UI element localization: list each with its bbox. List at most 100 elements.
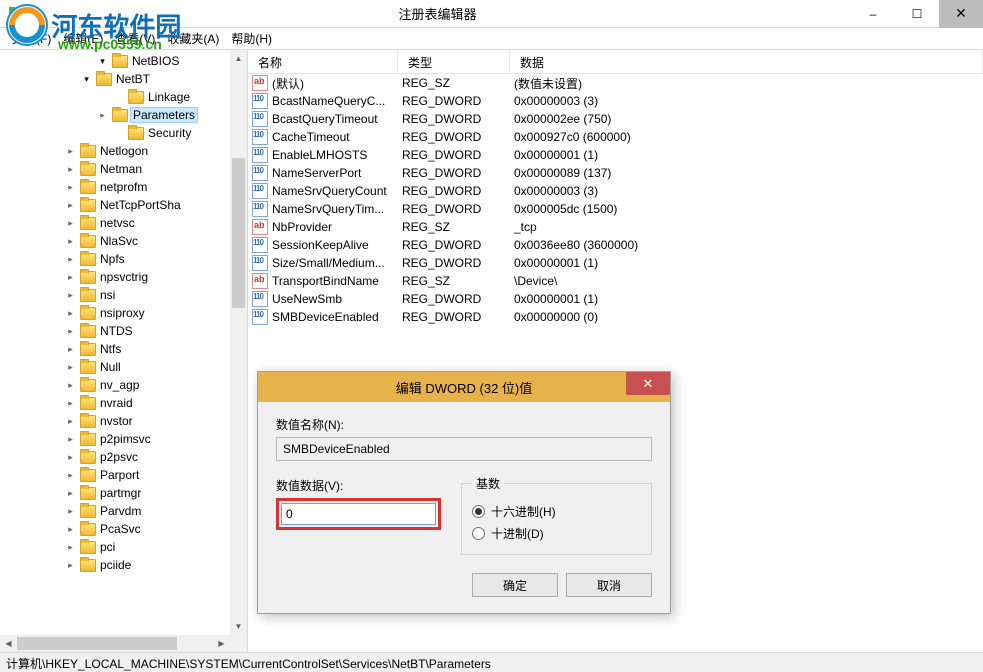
tree-item[interactable]: ▸p2psvc	[0, 448, 247, 466]
expand-icon[interactable]: ▸	[64, 415, 77, 428]
menu-file[interactable]: 文件(F)	[6, 28, 57, 49]
tree-item[interactable]: ▸netprofm	[0, 178, 247, 196]
list-row[interactable]: CacheTimeoutREG_DWORD0x000927c0 (600000)	[248, 128, 983, 146]
menu-edit[interactable]: 编辑(E)	[57, 28, 109, 49]
expand-icon[interactable]: ▸	[64, 145, 77, 158]
expand-icon[interactable]: ▸	[64, 451, 77, 464]
maximize-button[interactable]: ☐	[895, 0, 939, 28]
tree-item[interactable]: ▸p2pimsvc	[0, 430, 247, 448]
list-row[interactable]: NameServerPortREG_DWORD0x00000089 (137)	[248, 164, 983, 182]
menu-favorites[interactable]: 收藏夹(A)	[161, 28, 225, 49]
tree-item[interactable]: ▸pciide	[0, 556, 247, 574]
expand-icon[interactable]: ▸	[64, 325, 77, 338]
tree-item[interactable]: ▸netvsc	[0, 214, 247, 232]
tree-item[interactable]: ▾NetBIOS	[0, 52, 247, 70]
tree-item[interactable]: ▸Ntfs	[0, 340, 247, 358]
cancel-button[interactable]: 取消	[566, 573, 652, 597]
radio-dec-icon[interactable]	[472, 527, 485, 540]
column-type[interactable]: 类型	[398, 50, 510, 73]
expand-icon[interactable]: ▸	[64, 217, 77, 230]
minimize-button[interactable]: –	[851, 0, 895, 28]
radio-dec[interactable]: 十进制(D)	[472, 522, 641, 544]
expand-icon[interactable]: ▸	[64, 181, 77, 194]
tree-item[interactable]: ▸nsi	[0, 286, 247, 304]
tree-hscrollbar[interactable]: ◀ ▶	[0, 635, 230, 652]
scroll-up-icon[interactable]: ▲	[230, 50, 247, 67]
column-data[interactable]: 数据	[510, 50, 983, 73]
tree-item[interactable]: ▾NetBT	[0, 70, 247, 88]
value-data: 0x000005dc (1500)	[510, 202, 983, 216]
expand-icon[interactable]: ▸	[64, 271, 77, 284]
menu-help[interactable]: 帮助(H)	[225, 28, 278, 49]
list-row[interactable]: SessionKeepAliveREG_DWORD0x0036ee80 (360…	[248, 236, 983, 254]
tree-item[interactable]: ▸partmgr	[0, 484, 247, 502]
dialog-close-button[interactable]: ✕	[626, 372, 670, 395]
tree-item[interactable]: ▸PcaSvc	[0, 520, 247, 538]
dialog-title: 编辑 DWORD (32 位)值	[258, 378, 670, 397]
column-name[interactable]: 名称	[248, 50, 398, 73]
tree-item[interactable]: Linkage	[0, 88, 247, 106]
expand-icon[interactable]: ▸	[64, 163, 77, 176]
tree-item[interactable]: ▸Npfs	[0, 250, 247, 268]
expand-icon[interactable]: ▸	[96, 109, 109, 122]
expand-icon[interactable]: ▸	[64, 199, 77, 212]
expand-icon[interactable]: ▸	[64, 253, 77, 266]
tree-item[interactable]: ▸Parport	[0, 466, 247, 484]
expand-icon[interactable]: ▸	[64, 541, 77, 554]
expand-icon[interactable]: ▸	[64, 559, 77, 572]
list-row[interactable]: NbProviderREG_SZ_tcp	[248, 218, 983, 236]
expand-icon[interactable]: ▸	[64, 343, 77, 356]
expand-icon[interactable]: ▸	[64, 487, 77, 500]
expand-icon[interactable]: ▸	[64, 397, 77, 410]
scroll-down-icon[interactable]: ▼	[230, 618, 247, 635]
list-row[interactable]: NameSrvQueryTim...REG_DWORD0x000005dc (1…	[248, 200, 983, 218]
list-row[interactable]: BcastNameQueryC...REG_DWORD0x00000003 (3…	[248, 92, 983, 110]
expand-icon[interactable]: ▸	[64, 433, 77, 446]
value-data-input[interactable]	[281, 503, 436, 525]
tree-item[interactable]: ▸Parameters	[0, 106, 247, 124]
list-row[interactable]: EnableLMHOSTSREG_DWORD0x00000001 (1)	[248, 146, 983, 164]
scroll-left-icon[interactable]: ◀	[0, 635, 17, 652]
tree-item[interactable]: ▸Null	[0, 358, 247, 376]
expand-icon[interactable]: ▸	[64, 235, 77, 248]
list-row[interactable]: UseNewSmbREG_DWORD0x00000001 (1)	[248, 290, 983, 308]
tree-item[interactable]: ▸NetTcpPortSha	[0, 196, 247, 214]
tree-item[interactable]: ▸Netman	[0, 160, 247, 178]
collapse-icon[interactable]: ▾	[96, 55, 109, 68]
list-row[interactable]: (默认)REG_SZ(数值未设置)	[248, 74, 983, 92]
tree-item[interactable]: ▸NlaSvc	[0, 232, 247, 250]
expand-icon[interactable]: ▸	[64, 361, 77, 374]
list-row[interactable]: Size/Small/Medium...REG_DWORD0x00000001 …	[248, 254, 983, 272]
tree-vscrollbar[interactable]: ▲ ▼	[230, 50, 247, 635]
expand-icon[interactable]: ▸	[64, 289, 77, 302]
close-button[interactable]: ✕	[939, 0, 983, 28]
radio-hex-icon[interactable]	[472, 505, 485, 518]
expand-icon[interactable]: ▸	[64, 307, 77, 320]
tree-item[interactable]: ▸Netlogon	[0, 142, 247, 160]
dword-value-icon	[252, 309, 268, 325]
collapse-icon[interactable]: ▾	[80, 73, 93, 86]
tree-item[interactable]: ▸Parvdm	[0, 502, 247, 520]
tree-item[interactable]: ▸nvstor	[0, 412, 247, 430]
tree-item[interactable]: ▸NTDS	[0, 322, 247, 340]
tree-item[interactable]: Security	[0, 124, 247, 142]
list-row[interactable]: TransportBindNameREG_SZ\Device\	[248, 272, 983, 290]
radio-hex[interactable]: 十六进制(H)	[472, 500, 641, 522]
ok-button[interactable]: 确定	[472, 573, 558, 597]
expand-icon[interactable]: ▸	[64, 379, 77, 392]
list-row[interactable]: NameSrvQueryCountREG_DWORD0x00000003 (3)	[248, 182, 983, 200]
expand-icon[interactable]: ▸	[64, 469, 77, 482]
list-row[interactable]: SMBDeviceEnabledREG_DWORD0x00000000 (0)	[248, 308, 983, 326]
scroll-right-icon[interactable]: ▶	[213, 635, 230, 652]
dialog-titlebar[interactable]: 编辑 DWORD (32 位)值 ✕	[258, 372, 670, 402]
list-row[interactable]: BcastQueryTimeoutREG_DWORD0x000002ee (75…	[248, 110, 983, 128]
tree-item[interactable]: ▸npsvctrig	[0, 268, 247, 286]
menu-view[interactable]: 查看(V)	[109, 28, 161, 49]
folder-icon	[80, 541, 96, 554]
expand-icon[interactable]: ▸	[64, 505, 77, 518]
tree-item[interactable]: ▸nsiproxy	[0, 304, 247, 322]
tree-item[interactable]: ▸nv_agp	[0, 376, 247, 394]
tree-item[interactable]: ▸nvraid	[0, 394, 247, 412]
expand-icon[interactable]: ▸	[64, 523, 77, 536]
tree-item[interactable]: ▸pci	[0, 538, 247, 556]
